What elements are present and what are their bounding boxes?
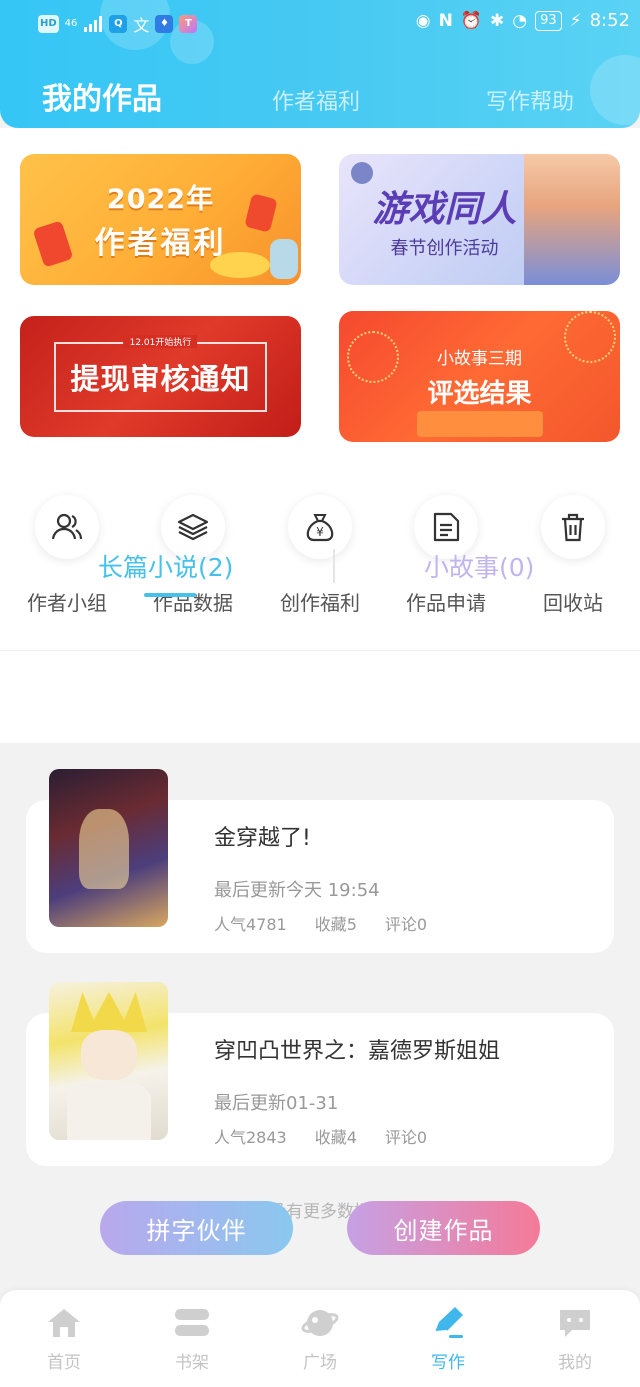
cover-hair (71, 992, 147, 1032)
nav-label: 写作 (431, 1353, 465, 1373)
jar-decoration (270, 239, 298, 279)
hd-icon: HD (38, 15, 59, 33)
coins-decoration (210, 252, 270, 278)
work-updated: 最后更新01-31 (214, 1093, 339, 1114)
charging-icon: ⚡ (569, 10, 582, 31)
firework-decoration (347, 331, 399, 383)
banner-author-benefits[interactable]: 2022年 作者福利 (20, 154, 301, 285)
banner-title: 2022年 (106, 184, 215, 215)
firework-decoration (564, 311, 616, 363)
nav-mine[interactable]: 我的 (535, 1304, 615, 1373)
bulb-app-icon: ♦ (155, 15, 174, 33)
work-title[interactable]: 穿凹凸世界之：嘉德罗斯姐姐 (214, 1033, 500, 1065)
tab-my-works[interactable]: 我的作品 (42, 74, 162, 118)
no-more-data-text: 没有更多数据 (269, 1202, 371, 1222)
banner-title: 提现审核通知 (70, 361, 251, 396)
planet-decoration (351, 162, 373, 184)
red-envelope-decoration (244, 193, 278, 233)
banner-subtitle: 春节创作活动 (390, 237, 499, 259)
battery-indicator: 93 (535, 10, 562, 31)
tab-author-benefits[interactable]: 作者福利 (272, 84, 360, 116)
tab-long-novels[interactable]: 长篇小说(2) (98, 548, 233, 584)
work-comments: 评论0 (384, 1128, 428, 1147)
work-updated: 最后更新今天 19:54 (214, 880, 380, 901)
create-work-button[interactable]: 创建作品 (347, 1201, 540, 1255)
bluetooth-icon: ✱ (490, 10, 505, 31)
nav-plaza[interactable]: 广场 (280, 1304, 360, 1373)
tab-separator (333, 549, 335, 583)
bottom-nav: 首页 书架 广场 写作 我的 (0, 1290, 640, 1387)
banner-withdrawal-notice[interactable]: 12.01开始执行 提现审核通知 (20, 316, 301, 437)
work-favorites: 收藏4 (314, 1128, 357, 1147)
pen-icon (408, 1304, 488, 1342)
quick-action-label: 作品数据 (153, 591, 233, 615)
nav-label: 我的 (558, 1353, 592, 1373)
banner-subtitle: 评选结果 (427, 378, 532, 409)
header-bar: HD 46 Q 文 ♦ T ◉ N ⏰ ✱ ◔ 93 ⚡ 8:52 我的作品 作… (0, 0, 640, 128)
translate-app-icon: 文 (133, 16, 150, 35)
alarm-icon: ⏰ (460, 10, 482, 31)
cover-body (67, 1082, 151, 1140)
nav-home[interactable]: 首页 (24, 1304, 104, 1373)
svg-text:¥: ¥ (316, 525, 324, 539)
work-title[interactable]: 金穿越了! (214, 820, 311, 852)
work-comments: 评论0 (384, 915, 428, 934)
network-indicator: 46 (64, 18, 78, 29)
work-stats: 人气2843 收藏4 评论0 (214, 1124, 427, 1148)
quick-action-label: 创作福利 (280, 591, 360, 615)
writing-partner-button[interactable]: 拼字伙伴 (100, 1201, 293, 1255)
work-popularity: 人气2843 (214, 1128, 287, 1147)
banner-subtitle: 作者福利 (94, 226, 227, 261)
work-stats: 人气4781 收藏5 评论0 (214, 911, 427, 935)
quick-action-label: 作品申请 (406, 591, 486, 615)
banner-title: 游戏同人 (372, 188, 517, 230)
nav-label: 书架 (175, 1353, 209, 1373)
quick-action-creation-benefits[interactable]: ¥ 创作福利 (265, 495, 375, 616)
quick-action-label: 回收站 (543, 591, 603, 615)
work-favorites: 收藏5 (314, 915, 357, 934)
cover-face (81, 1030, 137, 1080)
bookshelf-icon (152, 1304, 232, 1342)
trash-icon (541, 495, 605, 559)
top-tabs: 我的作品 作者福利 写作帮助 (0, 72, 640, 118)
nfc-icon: N (438, 10, 453, 31)
home-icon (24, 1304, 104, 1342)
cover-figure (79, 809, 129, 889)
quick-action-recycle-bin[interactable]: 回收站 (518, 495, 628, 616)
eye-icon: ◉ (415, 10, 431, 31)
notice-date: 12.01开始执行 (123, 334, 198, 348)
speed-icon: ◔ (512, 10, 528, 31)
work-cover-image[interactable] (49, 982, 168, 1140)
planet-icon (280, 1304, 360, 1342)
tab-short-stories[interactable]: 小故事(0) (424, 548, 534, 584)
signal-icon (84, 16, 103, 32)
active-tab-indicator (144, 593, 196, 597)
tab-writing-help[interactable]: 写作帮助 (486, 84, 574, 116)
search-app-icon: Q (109, 15, 128, 33)
nav-write[interactable]: 写作 (408, 1304, 488, 1373)
nav-label: 首页 (47, 1353, 81, 1373)
group-icon (35, 495, 99, 559)
banner-title: 小故事三期 (437, 348, 522, 369)
notice-frame: 12.01开始执行 提现审核通知 (54, 334, 267, 412)
banner-short-story-results[interactable]: 小故事三期 评选结果 (339, 311, 620, 442)
clock: 8:52 (589, 10, 630, 31)
work-cover-image[interactable] (49, 769, 168, 927)
content-panel: 2022年 作者福利 游戏同人 春节创作活动 12.01开始执行 提现审核通知 … (0, 128, 640, 743)
chat-icon (535, 1304, 615, 1342)
red-envelope-decoration (32, 220, 74, 268)
divider (0, 650, 640, 651)
nav-bookshelf[interactable]: 书架 (152, 1304, 232, 1373)
money-bag-icon: ¥ (288, 495, 352, 559)
work-popularity: 人气4781 (214, 915, 287, 934)
banner-game-fanfic[interactable]: 游戏同人 春节创作活动 (339, 154, 620, 285)
nav-label: 广场 (303, 1353, 337, 1373)
app-icon: T (179, 15, 198, 33)
character-illustration (524, 154, 620, 285)
quick-action-label: 作者小组 (27, 591, 107, 615)
status-bar: HD 46 Q 文 ♦ T ◉ N ⏰ ✱ ◔ 93 ⚡ 8:52 (0, 8, 640, 38)
podium-decoration (417, 411, 543, 437)
